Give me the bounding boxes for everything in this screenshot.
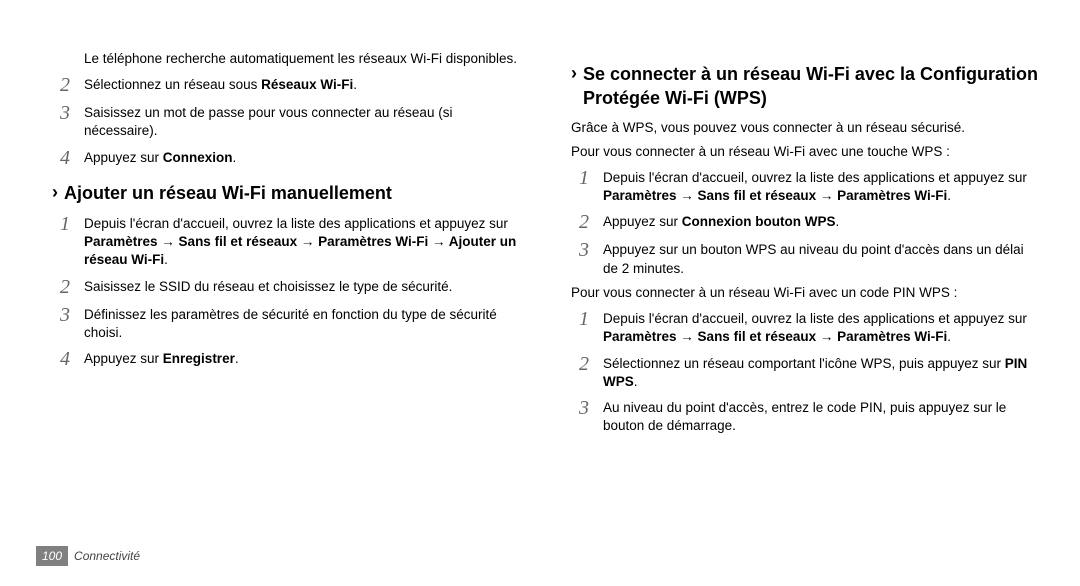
manual-step-3: 3 Définissez les paramètres de sécurité … (52, 304, 519, 342)
text: Appuyez sur (84, 351, 163, 366)
wps-pin-step-2: 2 Sélectionnez un réseau comportant l'ic… (571, 353, 1038, 391)
section-name: Connectivité (74, 548, 140, 564)
step-text: Depuis l'écran d'accueil, ouvrez la list… (603, 167, 1038, 205)
text: . (634, 374, 638, 389)
step-number: 2 (52, 276, 78, 298)
page-footer: 100 Connectivité (36, 546, 140, 566)
step-number: 3 (52, 102, 78, 124)
step-text: Définissez les paramètres de sécurité en… (84, 304, 519, 342)
text: Sélectionnez un réseau comportant l'icôn… (603, 356, 1005, 371)
right-column: › Se connecter à un réseau Wi-Fi avec la… (559, 50, 1050, 550)
step-number: 2 (52, 74, 78, 96)
step-number: 3 (571, 397, 597, 419)
left-column: Le téléphone recherche automatiquement l… (40, 50, 531, 550)
wps-button-step-2: 2 Appuyez sur Connexion bouton WPS. (571, 211, 1038, 233)
bold-text: Réseaux Wi-Fi (261, 77, 353, 92)
text: . (836, 214, 840, 229)
wps-button-step-3: 3 Appuyez sur un bouton WPS au niveau du… (571, 239, 1038, 277)
manual-step-4: 4 Appuyez sur Enregistrer. (52, 348, 519, 370)
step-text: Sélectionnez un réseau comportant l'icôn… (603, 353, 1038, 391)
text: Sélectionnez un réseau sous (84, 77, 261, 92)
bold-text: Paramètres → Sans fil et réseaux → Param… (84, 234, 516, 267)
step-text: Sélectionnez un réseau sous Réseaux Wi-F… (84, 74, 519, 94)
step-number: 2 (571, 353, 597, 375)
step-3: 3 Saisissez un mot de passe pour vous co… (52, 102, 519, 140)
chevron-icon: › (571, 62, 577, 85)
step-number: 3 (571, 239, 597, 261)
wps-pin-intro: Pour vous connecter à un réseau Wi-Fi av… (571, 284, 1038, 302)
intro-paragraph: Le téléphone recherche automatiquement l… (84, 50, 519, 68)
step-number: 1 (52, 213, 78, 235)
step-number: 1 (571, 308, 597, 330)
text: Appuyez sur (603, 214, 682, 229)
page-number: 100 (36, 546, 68, 566)
step-2: 2 Sélectionnez un réseau sous Réseaux Wi… (52, 74, 519, 96)
step-text: Depuis l'écran d'accueil, ouvrez la list… (603, 308, 1038, 346)
step-text: Appuyez sur Connexion. (84, 147, 519, 167)
bold-text: Connexion bouton WPS (682, 214, 836, 229)
text: . (235, 351, 239, 366)
step-number: 3 (52, 304, 78, 326)
text: Depuis l'écran d'accueil, ouvrez la list… (603, 311, 1027, 326)
wps-pin-step-3: 3 Au niveau du point d'accès, entrez le … (571, 397, 1038, 435)
step-number: 2 (571, 211, 597, 233)
wps-pin-step-1: 1 Depuis l'écran d'accueil, ouvrez la li… (571, 308, 1038, 346)
chevron-icon: › (52, 181, 58, 204)
wps-button-step-1: 1 Depuis l'écran d'accueil, ouvrez la li… (571, 167, 1038, 205)
text: Depuis l'écran d'accueil, ouvrez la list… (84, 216, 508, 231)
step-number: 4 (52, 147, 78, 169)
heading-text: Se connecter à un réseau Wi-Fi avec la C… (583, 62, 1038, 111)
wps-button-intro: Pour vous connecter à un réseau Wi-Fi av… (571, 143, 1038, 161)
heading-wps: › Se connecter à un réseau Wi-Fi avec la… (571, 62, 1038, 111)
text: . (233, 150, 237, 165)
wps-intro: Grâce à WPS, vous pouvez vous connecter … (571, 119, 1038, 137)
step-text: Depuis l'écran d'accueil, ouvrez la list… (84, 213, 519, 270)
bold-text: Paramètres → Sans fil et réseaux → Param… (603, 329, 947, 344)
text: Depuis l'écran d'accueil, ouvrez la list… (603, 170, 1027, 185)
text: . (353, 77, 357, 92)
heading-text: Ajouter un réseau Wi-Fi manuellement (64, 181, 392, 205)
text: Appuyez sur (84, 150, 163, 165)
step-text: Saisissez le SSID du réseau et choisisse… (84, 276, 519, 296)
step-4: 4 Appuyez sur Connexion. (52, 147, 519, 169)
content-columns: Le téléphone recherche automatiquement l… (40, 50, 1050, 550)
heading-add-manual: › Ajouter un réseau Wi-Fi manuellement (52, 181, 519, 205)
bold-text: Enregistrer (163, 351, 235, 366)
step-number: 4 (52, 348, 78, 370)
step-number: 1 (571, 167, 597, 189)
step-text: Au niveau du point d'accès, entrez le co… (603, 397, 1038, 435)
text: . (164, 252, 168, 267)
bold-text: Paramètres → Sans fil et réseaux → Param… (603, 188, 947, 203)
bold-text: Connexion (163, 150, 233, 165)
text: . (947, 188, 951, 203)
text: . (947, 329, 951, 344)
step-text: Appuyez sur un bouton WPS au niveau du p… (603, 239, 1038, 277)
step-text: Appuyez sur Enregistrer. (84, 348, 519, 368)
manual-step-1: 1 Depuis l'écran d'accueil, ouvrez la li… (52, 213, 519, 270)
manual-step-2: 2 Saisissez le SSID du réseau et choisis… (52, 276, 519, 298)
step-text: Appuyez sur Connexion bouton WPS. (603, 211, 1038, 231)
step-text: Saisissez un mot de passe pour vous conn… (84, 102, 519, 140)
